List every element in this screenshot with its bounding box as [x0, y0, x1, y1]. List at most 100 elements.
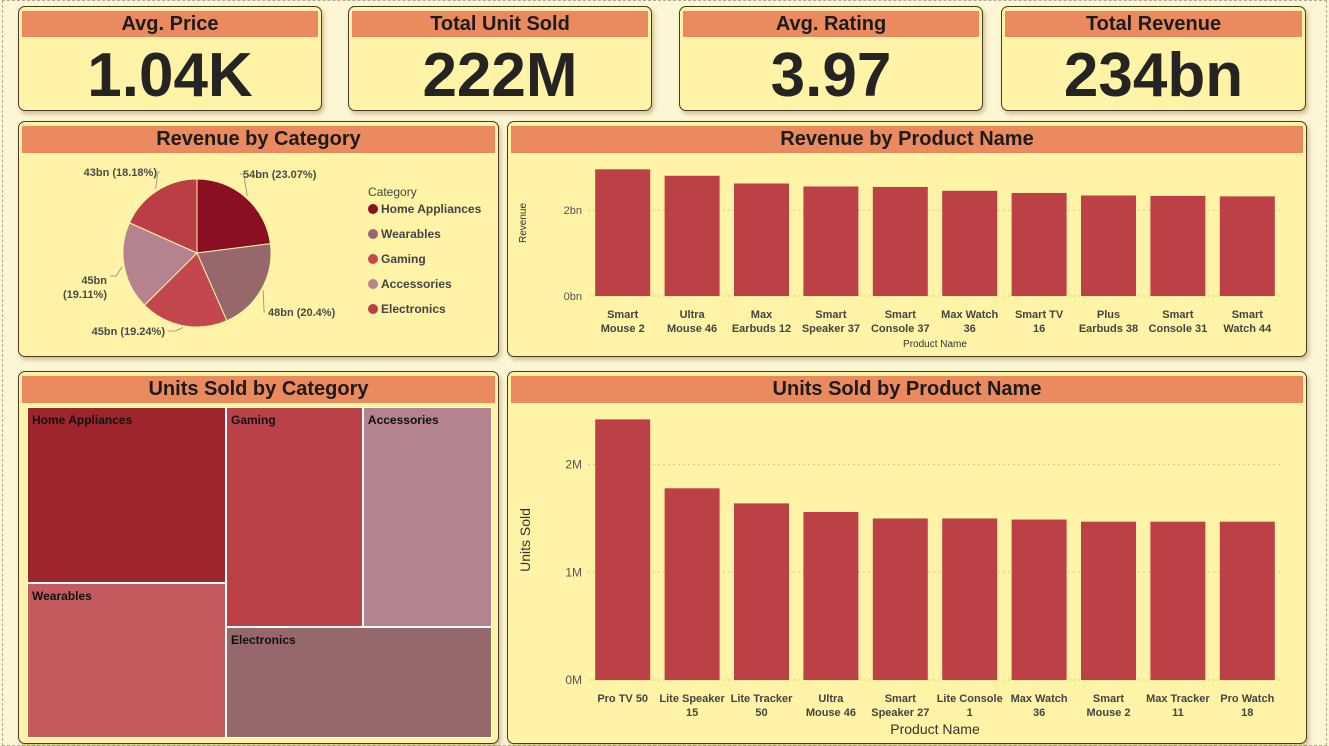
legend-marker [368, 304, 378, 314]
units-by-product-card[interactable]: Units Sold by Product Name 0M 1M 2M Pro TV … [507, 371, 1307, 744]
x-tick-label: Pro Watch 18 [1220, 693, 1274, 719]
x-tick-label: Smart Watch 44 [1223, 309, 1272, 335]
x-tick-label: Max Earbuds 12 [732, 309, 791, 335]
legend-marker [368, 229, 378, 239]
legend-marker [368, 254, 378, 264]
kpi-title: Avg. Price [22, 11, 318, 37]
kpi-card-total-revenue[interactable]: Total Revenue 234bn [1001, 6, 1306, 111]
treemap-label: Electronics [230, 633, 296, 648]
y-tick-label: 2M [565, 458, 582, 472]
kpi-title: Avg. Rating [683, 11, 979, 37]
x-tick-label: Max Watch 36 [941, 309, 998, 335]
bar[interactable] [1219, 196, 1275, 296]
bar[interactable] [803, 186, 859, 297]
bar[interactable] [1150, 195, 1206, 296]
treemap-cell-gaming[interactable]: Gaming [225, 407, 363, 628]
pie-data-label: 43bn (18.18%) [84, 167, 158, 179]
chart-title: Units Sold by Category [22, 376, 495, 403]
legend-item[interactable]: Accessories [381, 277, 452, 291]
kpi-title: Total Revenue [1005, 11, 1302, 37]
kpi-value: 3.97 [770, 41, 892, 110]
bar[interactable] [1011, 519, 1067, 680]
x-axis-label: Product Name [903, 339, 967, 350]
legend-item[interactable]: Electronics [381, 302, 446, 316]
treemap-cell-accessories[interactable]: Accessories [362, 407, 492, 628]
kpi-value: 234bn [1063, 41, 1244, 110]
treemap-cell-wearables[interactable]: Wearables [27, 582, 226, 738]
legend-item[interactable]: Gaming [381, 252, 426, 266]
pie-legend-title: Category [368, 185, 417, 199]
treemap-label: Home Appliances [32, 413, 133, 427]
revenue-by-category-card[interactable]: Revenue by Category 54bn (23.07%) 48bn (2… [18, 121, 499, 357]
y-tick-label: 0bn [564, 291, 582, 303]
pie-data-label: 54bn (23.07%) [243, 169, 317, 181]
bar[interactable] [734, 183, 789, 296]
kpi-value: 1.04K [87, 41, 253, 110]
legend-item[interactable]: Home Appliances [381, 202, 482, 216]
bar[interactable] [595, 419, 651, 680]
bar[interactable] [1219, 521, 1275, 680]
pie-data-label: 45bn (19.11%) [63, 275, 107, 301]
revenue-by-product-card[interactable]: Revenue by Product Name 0bn 2bn Smart Mouse… [507, 121, 1307, 357]
bar[interactable] [803, 512, 859, 680]
x-tick-label: Lite Speaker 15 [659, 693, 725, 719]
pie-leader-line [168, 327, 184, 332]
x-tick-label: Ultra Mouse 46 [667, 309, 717, 335]
x-tick-label: Max Watch 36 [1011, 693, 1068, 719]
bar[interactable] [1011, 192, 1067, 296]
legend-marker [368, 204, 378, 214]
units-by-product-chart: 0M 1M 2M Pro TV 50 Lite Speaker 15Lite Tracke… [517, 419, 1282, 737]
bar[interactable] [734, 503, 789, 680]
revenue-by-product-chart: 0bn 2bn Smart Mouse 2 Ultra Mouse 46 Max Earbud… [518, 169, 1282, 350]
bar[interactable] [942, 190, 998, 296]
units-by-category-card[interactable]: Units Sold by Category Home Appliances We… [18, 371, 499, 744]
revenue-by-category-chart: 54bn (23.07%) 48bn (20.4%) 45bn (19.24%) 45… [63, 167, 482, 338]
y-tick-label: 1M [565, 565, 582, 579]
pie-data-label: 48bn (20.4%) [268, 307, 336, 319]
bar[interactable] [664, 488, 720, 680]
bar[interactable] [1081, 195, 1136, 296]
x-tick-label: Max Tracker 11 [1146, 693, 1210, 719]
bar[interactable] [595, 169, 651, 296]
treemap-label: Accessories [367, 413, 439, 427]
y-tick-label: 0M [565, 673, 582, 687]
x-tick-label: Pro TV 50 [597, 693, 648, 705]
treemap-cell-electronics[interactable]: Electronics [225, 627, 492, 738]
x-axis-label: Product Name [890, 721, 980, 737]
x-tick-label: Smart Speaker 27 [871, 693, 929, 719]
x-tick-label: Smart Mouse 2 [1086, 693, 1130, 719]
x-tick-label: Lite Tracker 50 [731, 693, 793, 719]
legend-item[interactable]: Wearables [381, 227, 441, 241]
x-tick-label: Smart TV 16 [1015, 309, 1064, 335]
bar[interactable] [872, 186, 928, 296]
legend-marker [368, 279, 378, 289]
kpi-card-total-unit-sold[interactable]: Total Unit Sold 222M [348, 6, 652, 111]
treemap-label: Wearables [32, 588, 92, 603]
treemap-label: Gaming [230, 413, 276, 427]
kpi-title: Total Unit Sold [352, 11, 648, 37]
x-tick-label: Smart Speaker 37 [802, 309, 860, 335]
x-tick-label: Smart Mouse 2 [601, 309, 645, 335]
treemap-cell-home-appliances[interactable]: Home Appliances [27, 407, 226, 583]
units-by-category-treemap: Home Appliances Wearables Gaming Electronic… [27, 407, 492, 738]
bar[interactable] [872, 518, 928, 680]
y-axis-label: Revenue [518, 203, 529, 243]
x-tick-label: Plus Earbuds 38 [1079, 309, 1138, 335]
kpi-value: 222M [422, 41, 578, 110]
x-tick-label: Lite Console 1 [937, 693, 1003, 719]
pie-data-label: 45bn (19.24%) [92, 326, 166, 338]
bar[interactable] [942, 518, 998, 680]
bar[interactable] [664, 175, 720, 296]
y-tick-label: 2bn [564, 205, 582, 217]
x-tick-label: Smart Console 37 [871, 309, 930, 335]
bar[interactable] [1081, 521, 1136, 680]
pie-slice-home-appliances[interactable] [196, 178, 271, 254]
pie-leader-line [110, 266, 123, 277]
x-tick-label: Ultra Mouse 46 [806, 693, 856, 719]
bar[interactable] [1150, 521, 1206, 680]
kpi-card-avg-price[interactable]: Avg. Price 1.04K [18, 6, 322, 111]
kpi-card-avg-rating[interactable]: Avg. Rating 3.97 [679, 6, 983, 111]
x-tick-label: Smart Console 31 [1149, 309, 1208, 335]
pie-leader-line [262, 290, 265, 313]
y-axis-label: Units Sold [517, 508, 533, 572]
